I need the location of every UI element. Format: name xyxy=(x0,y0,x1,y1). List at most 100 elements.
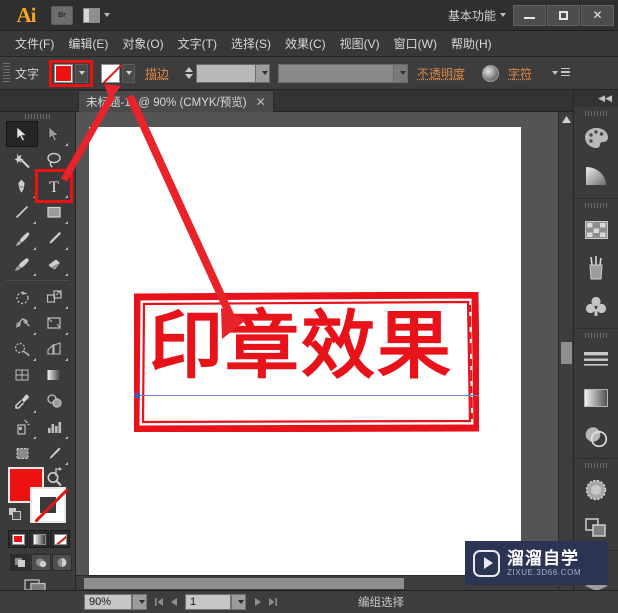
draw-behind-button[interactable] xyxy=(31,554,51,571)
dock-group-swatches xyxy=(574,201,618,329)
dock-group-color xyxy=(574,109,618,199)
menu-view[interactable]: 视图(V) xyxy=(333,32,387,55)
draw-normal-button[interactable] xyxy=(10,554,30,571)
brushes-panel-icon[interactable] xyxy=(574,249,618,287)
collapse-panels-button[interactable]: ◀◀ xyxy=(574,90,618,107)
blob-brush-tool[interactable] xyxy=(6,251,38,277)
default-fill-stroke-icon[interactable] xyxy=(8,507,23,522)
stroke-color-dropdown[interactable] xyxy=(122,64,135,83)
workspace-switcher[interactable]: 基本功能 xyxy=(448,7,506,24)
pen-tool[interactable] xyxy=(6,173,38,199)
vertical-scrollbar[interactable] xyxy=(558,112,573,590)
artboard-number-dropdown[interactable] xyxy=(231,594,246,610)
stroke-weight-label[interactable]: 描边 xyxy=(145,65,169,82)
stroke-panel-icon[interactable] xyxy=(574,341,618,379)
artboard-tool[interactable] xyxy=(6,440,38,466)
fill-color-swatch[interactable] xyxy=(54,64,73,83)
next-artboard-button[interactable] xyxy=(250,594,265,610)
pencil-tool[interactable] xyxy=(38,225,70,251)
lasso-tool[interactable] xyxy=(38,147,70,173)
arrange-documents-button[interactable] xyxy=(83,8,110,23)
vertical-scrollbar-thumb[interactable] xyxy=(561,342,572,364)
eyedropper-tool[interactable] xyxy=(6,388,38,414)
status-text[interactable]: 编组选择 xyxy=(358,594,404,610)
fill-color-dropdown[interactable] xyxy=(75,64,88,83)
control-panel-menu-button[interactable] xyxy=(552,68,570,79)
title-bar: Ai Br 基本功能 ✕ xyxy=(0,0,618,31)
free-transform-tool[interactable] xyxy=(38,310,70,336)
canvas-area[interactable]: 印章效果 xyxy=(76,112,558,590)
close-button[interactable]: ✕ xyxy=(581,5,614,26)
blend-tool[interactable] xyxy=(38,388,70,414)
line-segment-tool[interactable] xyxy=(6,199,38,225)
artboard-number-field[interactable]: 1 xyxy=(185,594,231,610)
document-tab[interactable]: 未标题-1* @ 90% (CMYK/预览) ✕ xyxy=(78,90,274,112)
perspective-grid-tool[interactable] xyxy=(38,336,70,362)
control-bar-grip[interactable] xyxy=(3,63,10,83)
mesh-tool[interactable] xyxy=(6,362,38,388)
direct-selection-tool[interactable] xyxy=(38,121,70,147)
appearance-panel-icon[interactable] xyxy=(574,471,618,509)
symbols-panel-icon[interactable] xyxy=(574,287,618,325)
gradient-tool[interactable] xyxy=(38,362,70,388)
transparency-panel-icon[interactable] xyxy=(574,417,618,455)
stroke-weight-field[interactable] xyxy=(196,64,270,83)
dock-group-grip[interactable] xyxy=(574,331,618,339)
rotate-tool[interactable] xyxy=(6,284,38,310)
bridge-icon[interactable]: Br xyxy=(51,6,73,25)
menu-edit[interactable]: 编辑(E) xyxy=(61,32,115,55)
width-tool[interactable] xyxy=(6,310,38,336)
last-artboard-button[interactable] xyxy=(265,594,280,610)
character-label[interactable]: 字符 xyxy=(508,65,532,82)
dock-group-grip[interactable] xyxy=(574,109,618,117)
scroll-up-icon[interactable] xyxy=(559,112,574,126)
minimize-button[interactable] xyxy=(513,5,546,26)
shape-builder-tool[interactable] xyxy=(6,336,38,362)
first-artboard-button[interactable] xyxy=(151,594,166,610)
maximize-button[interactable] xyxy=(547,5,580,26)
svg-text:T: T xyxy=(49,179,59,195)
paintbrush-tool[interactable] xyxy=(6,225,38,251)
menu-type[interactable]: 文字(T) xyxy=(171,32,224,55)
color-guide-panel-icon[interactable] xyxy=(574,157,618,195)
scale-tool[interactable] xyxy=(38,284,70,310)
type-tool[interactable]: T xyxy=(38,173,70,199)
magic-wand-tool[interactable] xyxy=(6,147,38,173)
menu-object[interactable]: 对象(O) xyxy=(115,32,170,55)
opacity-label[interactable]: 不透明度 xyxy=(417,65,465,82)
gradient-button[interactable] xyxy=(29,530,49,548)
column-graph-tool[interactable] xyxy=(38,414,70,440)
stroke-profile-field[interactable] xyxy=(278,64,408,83)
menu-help[interactable]: 帮助(H) xyxy=(444,32,499,55)
gradient-panel-icon[interactable] xyxy=(574,379,618,417)
color-panel-icon[interactable] xyxy=(574,119,618,157)
stroke-weight-stepper[interactable] xyxy=(185,67,193,79)
zoom-level-dropdown[interactable] xyxy=(132,594,147,610)
selection-tool[interactable] xyxy=(6,121,38,147)
menu-file[interactable]: 文件(F) xyxy=(8,32,61,55)
artwork-text[interactable]: 印章效果 xyxy=(149,302,453,390)
artboard[interactable]: 印章效果 xyxy=(89,127,521,577)
swap-fill-stroke-icon[interactable] xyxy=(53,465,67,479)
menu-effect[interactable]: 效果(C) xyxy=(278,32,333,55)
draw-inside-button[interactable] xyxy=(52,554,72,571)
swatches-panel-icon[interactable] xyxy=(574,211,618,249)
close-icon[interactable]: ✕ xyxy=(256,95,266,109)
tools-panel-grip[interactable] xyxy=(0,112,75,121)
menu-window[interactable]: 窗口(W) xyxy=(387,32,444,55)
none-button[interactable] xyxy=(50,530,70,548)
dock-group-grip[interactable] xyxy=(574,461,618,469)
toolbar-stroke-swatch[interactable] xyxy=(30,487,66,523)
zoom-level-field[interactable]: 90% xyxy=(84,594,132,610)
opacity-icon[interactable] xyxy=(482,65,499,82)
horizontal-scrollbar-thumb[interactable] xyxy=(84,578,404,589)
eraser-tool[interactable] xyxy=(38,251,70,277)
stroke-color-swatch[interactable] xyxy=(101,64,120,83)
previous-artboard-button[interactable] xyxy=(166,594,181,610)
symbol-sprayer-tool[interactable] xyxy=(6,414,38,440)
menu-select[interactable]: 选择(S) xyxy=(224,32,278,55)
color-button[interactable] xyxy=(8,530,28,548)
dock-group-grip[interactable] xyxy=(574,201,618,209)
slice-tool[interactable] xyxy=(38,440,70,466)
rectangle-tool[interactable] xyxy=(38,199,70,225)
